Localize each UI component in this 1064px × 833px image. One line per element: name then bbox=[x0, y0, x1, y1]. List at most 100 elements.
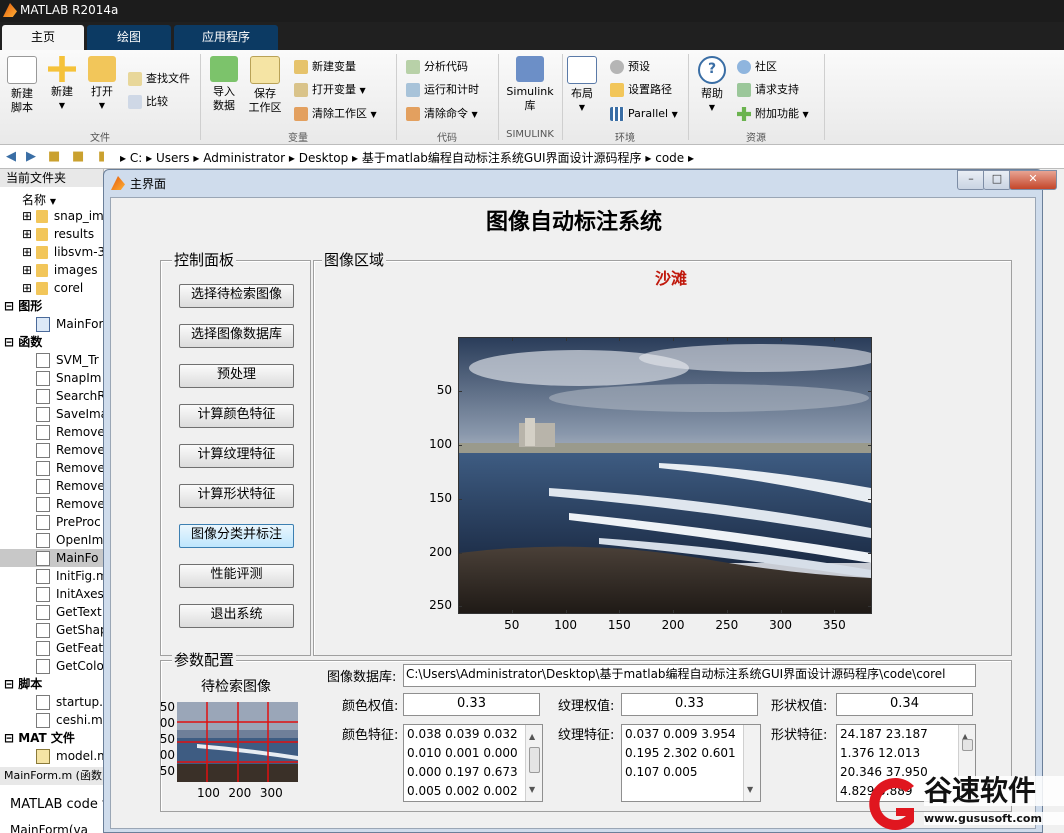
compare-button[interactable]: 比较 bbox=[128, 93, 168, 111]
folder-item[interactable]: ⊞ corel bbox=[0, 279, 103, 297]
expand-icon[interactable]: ⊞ bbox=[22, 263, 36, 277]
scrollbar[interactable]: ▼ bbox=[743, 725, 760, 801]
scroll-down-icon[interactable]: ▼ bbox=[529, 780, 535, 799]
list-item[interactable]: 0.195 2.302 0.601 bbox=[625, 744, 760, 763]
tab-plots[interactable]: 绘图 bbox=[87, 25, 171, 50]
folder-group-header[interactable]: ⊟ 函数 bbox=[0, 333, 103, 351]
help-button[interactable]: ? 帮助 ▼ bbox=[696, 56, 728, 115]
scrollbar[interactable]: ▲ ▼ bbox=[525, 725, 542, 801]
add-ons-button[interactable]: 附加功能 ▼ bbox=[737, 105, 809, 123]
file-item[interactable]: model.m bbox=[0, 747, 103, 765]
list-item[interactable]: 0.010 0.001 0.000 bbox=[407, 744, 542, 763]
tab-apps[interactable]: 应用程序 bbox=[174, 25, 278, 50]
scroll-up-icon[interactable]: ▲ bbox=[529, 727, 535, 746]
layout-button[interactable]: 布局 ▼ bbox=[566, 56, 598, 115]
file-item[interactable]: Remove bbox=[0, 423, 103, 441]
clear-commands-button[interactable]: 清除命令 ▼ bbox=[406, 105, 478, 123]
breadcrumb-item[interactable]: 基于matlab编程自动标注系统GUI界面设计源码程序 bbox=[362, 151, 642, 165]
up-folder-icon[interactable]: ■ bbox=[48, 149, 60, 164]
file-item[interactable]: MainFor bbox=[0, 315, 103, 333]
collapse-icon[interactable]: ⊟ bbox=[4, 731, 18, 745]
forward-arrow-icon[interactable]: ▶ bbox=[26, 149, 36, 164]
folder-item[interactable]: ⊞ libsvm-3 bbox=[0, 243, 103, 261]
file-item[interactable]: GetText bbox=[0, 603, 103, 621]
folder-group-header[interactable]: ⊟ 图形 bbox=[0, 297, 103, 315]
minimize-button[interactable]: – bbox=[957, 170, 985, 190]
breadcrumb-item[interactable]: Users bbox=[156, 151, 190, 165]
new-button[interactable]: 新建 ▼ bbox=[46, 56, 78, 113]
breadcrumb-item[interactable]: code bbox=[655, 151, 684, 165]
select-database-button[interactable]: 选择图像数据库 bbox=[179, 324, 294, 348]
file-item[interactable]: SaveIma bbox=[0, 405, 103, 423]
compute-shape-feature-button[interactable]: 计算形状特征 bbox=[179, 484, 294, 508]
folder-item[interactable]: ⊞ snap_im bbox=[0, 207, 103, 225]
breadcrumb-item[interactable]: Desktop bbox=[299, 151, 349, 165]
texture-feature-list[interactable]: 0.037 0.009 3.954 0.195 2.302 0.601 0.107 … bbox=[621, 724, 761, 802]
back-arrow-icon[interactable]: ◀ bbox=[6, 149, 16, 164]
scroll-thumb[interactable] bbox=[529, 747, 540, 773]
compute-texture-feature-button[interactable]: 计算纹理特征 bbox=[179, 444, 294, 468]
folder-item[interactable]: ⊞ results bbox=[0, 225, 103, 243]
file-item[interactable]: MainFo bbox=[0, 549, 103, 567]
classify-and-annotate-button[interactable]: 图像分类并标注 bbox=[179, 524, 294, 548]
expand-icon[interactable]: ⊞ bbox=[22, 281, 36, 295]
breadcrumb-item[interactable]: C: bbox=[130, 151, 142, 165]
set-path-button[interactable]: 设置路径 bbox=[610, 81, 672, 99]
file-item[interactable]: startup. bbox=[0, 693, 103, 711]
color-weight-field[interactable]: 0.33 bbox=[403, 693, 540, 716]
color-feature-list[interactable]: 0.038 0.039 0.032 0.010 0.001 0.000 0.000 … bbox=[403, 724, 543, 802]
list-item[interactable]: 0.037 0.009 3.954 bbox=[625, 725, 760, 744]
file-item[interactable]: GetColo bbox=[0, 657, 103, 675]
analyze-code-button[interactable]: 分析代码 bbox=[406, 58, 468, 76]
file-item[interactable]: Remove bbox=[0, 441, 103, 459]
collapse-icon[interactable]: ⊟ bbox=[4, 335, 18, 349]
collapse-icon[interactable]: ⊟ bbox=[4, 299, 18, 313]
file-item[interactable]: InitAxes bbox=[0, 585, 103, 603]
scroll-thumb[interactable] bbox=[962, 739, 973, 751]
file-item[interactable]: Remove bbox=[0, 459, 103, 477]
list-item[interactable]: 0.107 0.005 bbox=[625, 763, 760, 782]
performance-evaluation-button[interactable]: 性能评测 bbox=[179, 564, 294, 588]
list-item[interactable]: 0.000 0.197 0.673 bbox=[407, 763, 542, 782]
request-support-button[interactable]: 请求支持 bbox=[737, 81, 799, 99]
run-and-time-button[interactable]: 运行和计时 bbox=[406, 81, 479, 99]
tab-home[interactable]: 主页 bbox=[2, 25, 84, 50]
clear-workspace-button[interactable]: 清除工作区 ▼ bbox=[294, 105, 377, 123]
shape-weight-field[interactable]: 0.34 bbox=[836, 693, 973, 716]
open-variable-button[interactable]: 打开变量 ▼ bbox=[294, 81, 366, 99]
breadcrumb-item[interactable]: Administrator bbox=[203, 151, 285, 165]
list-item[interactable]: 0.038 0.039 0.032 bbox=[407, 725, 542, 744]
preferences-button[interactable]: 预设 bbox=[610, 58, 650, 76]
folder-group-header[interactable]: ⊟ 脚本 bbox=[0, 675, 103, 693]
community-button[interactable]: 社区 bbox=[737, 58, 777, 76]
close-button[interactable]: ✕ bbox=[1009, 170, 1057, 190]
file-item[interactable]: ceshi.m bbox=[0, 711, 103, 729]
collapse-icon[interactable]: ⊟ bbox=[4, 677, 18, 691]
file-item[interactable]: SVM_Tr bbox=[0, 351, 103, 369]
file-item[interactable]: SnapIm bbox=[0, 369, 103, 387]
list-item[interactable]: 1.376 12.013 bbox=[840, 744, 975, 763]
compute-color-feature-button[interactable]: 计算颜色特征 bbox=[179, 404, 294, 428]
folder-item[interactable]: ⊞ images bbox=[0, 261, 103, 279]
list-item[interactable]: 0.005 0.002 0.002 bbox=[407, 782, 542, 801]
file-item[interactable]: SearchR bbox=[0, 387, 103, 405]
new-variable-button[interactable]: 新建变量 bbox=[294, 58, 356, 76]
list-item[interactable]: 24.187 23.187 bbox=[840, 725, 975, 744]
file-item[interactable]: InitFig.m bbox=[0, 567, 103, 585]
save-workspace-button[interactable]: 保存 工作区 bbox=[246, 56, 284, 115]
file-item[interactable]: GetShap bbox=[0, 621, 103, 639]
simulink-library-button[interactable]: Simulink 库 bbox=[504, 56, 556, 113]
scroll-down-icon[interactable]: ▼ bbox=[747, 780, 753, 799]
expand-icon[interactable]: ⊞ bbox=[22, 227, 36, 241]
database-path-field[interactable]: C:\Users\Administrator\Desktop\基于matlab编… bbox=[403, 664, 976, 687]
file-item[interactable]: Remove bbox=[0, 477, 103, 495]
find-files-button[interactable]: 查找文件 bbox=[128, 70, 190, 88]
file-item[interactable]: OpenIm bbox=[0, 531, 103, 549]
file-item[interactable]: Remove bbox=[0, 495, 103, 513]
parallel-button[interactable]: Parallel ▼ bbox=[610, 105, 678, 123]
folder-group-header[interactable]: ⊟ MAT 文件 bbox=[0, 729, 103, 747]
open-button[interactable]: 打开 ▼ bbox=[86, 56, 118, 113]
import-data-button[interactable]: 导入 数据 bbox=[208, 56, 240, 113]
file-item[interactable]: GetFeat bbox=[0, 639, 103, 657]
new-script-button[interactable]: 新建 脚本 bbox=[6, 56, 38, 115]
